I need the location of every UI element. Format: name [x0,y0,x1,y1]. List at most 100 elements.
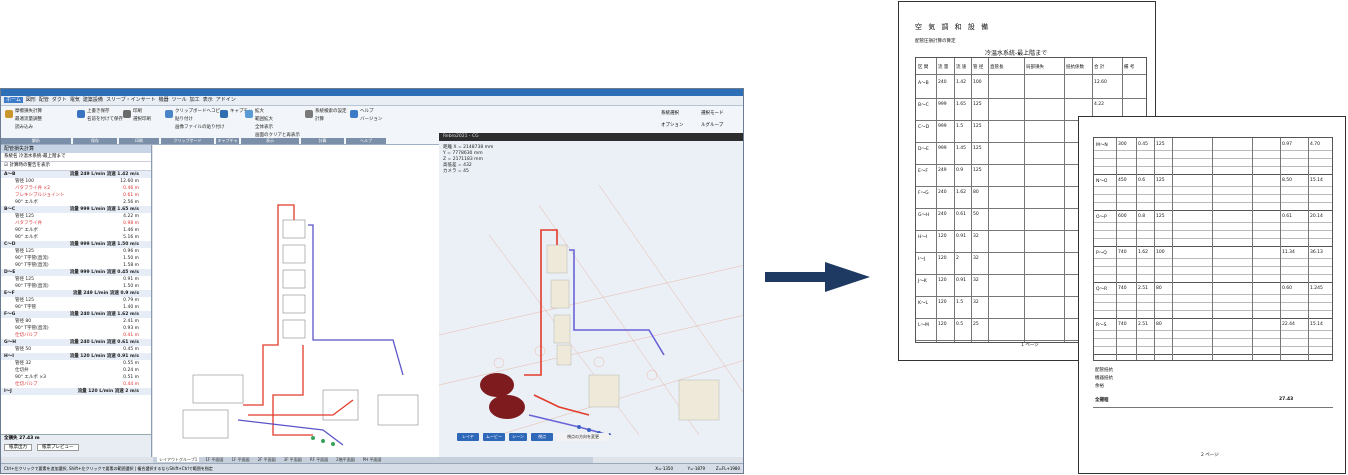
menu-item-2[interactable]: 配管 [39,97,49,103]
render-button[interactable]: シーン [509,433,527,441]
ribbon-group-label: 計算 [301,138,344,144]
menu-item-11[interactable]: アドイン [216,97,236,103]
report-output-button[interactable]: 帳票出力 [4,444,32,451]
ribbon-button[interactable]: 系統検索の設定 [315,108,347,114]
tree-label: 90° T字管(直流) [15,284,49,289]
tree-value: 2.56 m [123,200,139,205]
tree-item-row[interactable]: 管径 125 4.22 m [1,213,151,220]
report-cell: 300 [1118,142,1127,147]
tree-section-row[interactable]: D～E 流量 999 L/min 流速 0.45 m/s [1,269,151,276]
report-cell: 0.91 [956,278,967,283]
tree-value: 12.60 m [120,179,139,184]
ribbon-button[interactable]: クリップボードへコピー [175,108,225,114]
tree-item-row[interactable]: バタフライ弁 0.98 m [1,220,151,227]
ribbon-button[interactable]: 読み込み [15,124,33,130]
tree-section-row[interactable]: E～F 流量 249 L/min 流速 0.9 m/s [1,290,151,297]
tree-item-row[interactable]: 90° T字管(直流) 1.50 m [1,283,151,290]
menu-item-1[interactable]: 図形 [26,97,36,103]
layout-tab[interactable]: 1F 平面図 [229,457,251,462]
layout-tab[interactable]: 1F 平面図 [203,457,225,462]
report-cell: 125 [1156,214,1165,219]
report-cell: 740 [1118,250,1127,255]
menu-item-5[interactable]: 建築設備 [83,97,103,103]
tree-item-row[interactable]: 仕切バルブ 0.44 m [1,381,151,388]
ribbon-right-button[interactable]: ルグループ [701,122,723,128]
ribbon-button[interactable]: 拡大 [255,108,264,114]
layout-tab[interactable]: 2階平面図 [334,457,357,462]
tree-item-row[interactable]: 90° T字管 1.40 m [1,304,151,311]
ribbon-right-button[interactable]: 選択モード [701,110,724,116]
report-cell: 4.70 [1310,142,1321,147]
tree-item-row[interactable]: 90° エルボ 5.16 m [1,234,151,241]
menu-item-0[interactable]: ホーム [4,97,23,103]
menu-item-7[interactable]: 機器 [159,97,169,103]
report-cell: 80 [973,190,979,195]
menu-item-8[interactable]: ツール [172,97,187,103]
ribbon-button[interactable]: バージョン [360,116,382,122]
ribbon-right-button[interactable]: 系統選択 [661,110,679,116]
tree-section-row[interactable]: B～C 流量 999 L/min 流速 1.65 m/s [1,206,151,213]
tree-item-row[interactable]: 仕切バルブ 0.41 m [1,332,151,339]
menu-item-4[interactable]: 電気 [70,97,80,103]
tree-item-row[interactable]: 管径 50 0.45 m [1,346,151,353]
report-cell: 0.60 [1282,286,1293,291]
report-cell: 0.45 [1138,142,1149,147]
menu-item-10[interactable]: 表示 [203,97,213,103]
layout-tab[interactable]: RF 平面図 [308,457,330,462]
tree-section-row[interactable]: I～J 流量 120 L/min 流速 2 m/s [1,388,151,395]
tree-section-row[interactable]: C～D 流量 999 L/min 流速 1.50 m/s [1,241,151,248]
tree-section-row[interactable]: A～B 流量 249 L/min 流速 1.42 m/s [1,171,151,178]
ribbon-button[interactable]: 印刷 [133,108,142,114]
report-cell: 0.61 [1282,214,1293,219]
ribbon-button[interactable]: 選択印刷 [133,116,151,122]
ribbon-button[interactable]: ヘルプ [360,108,374,114]
tree-item-row[interactable]: 90° エルボ ×3 0.51 m [1,374,151,381]
render-button[interactable]: ムービー [483,433,505,441]
ribbon-button[interactable]: 最適流量調整 [15,116,42,122]
render-button[interactable]: 視点の方向を変更 [557,433,609,441]
menu-item-6[interactable]: スリーブ・インサート [106,97,156,103]
tree-label: 管径 125 [15,298,35,303]
ribbon-button[interactable]: 摩擦損失計算 [15,108,42,114]
report-preview-button[interactable]: 帳票プレビュー [37,444,79,451]
ribbon-button[interactable]: 範囲拡大 [255,116,273,122]
layout-tab[interactable]: 2F 平面図 [256,457,278,462]
ribbon-button[interactable]: 全体表示 [255,124,273,130]
warning-checkbox[interactable]: ☑ 計算時の警告を表示 [1,162,151,171]
tree-item-row[interactable]: 90° T字管(直流) 1.50 m [1,255,151,262]
tree-item-row[interactable]: 90° T字管(直流) 1.58 m [1,262,151,269]
tree-item-row[interactable]: 管径 125 0.79 m [1,297,151,304]
tree-label: バタフライ弁 ×2 [15,186,51,191]
menu-item-9[interactable]: 加工 [190,97,200,103]
tree-item-row[interactable]: バタフライ弁 ×2 0.46 m [1,185,151,192]
tree-item-row[interactable]: 管径 80 2.41 m [1,318,151,325]
ribbon-button[interactable]: 上書き保存 [87,108,110,114]
tree-item-row[interactable]: 管径 100 12.60 m [1,178,151,185]
ribbon-button[interactable]: 名前を付けて保存 [87,116,123,122]
tree-item-row[interactable]: 90° T字管(直流) 0.93 m [1,325,151,332]
ribbon-button[interactable]: 貼り付け [175,116,193,122]
tree-item-row[interactable]: 90° エルボ 1.46 m [1,227,151,234]
tree-item-row[interactable]: 管径 125 0.91 m [1,276,151,283]
tree-item-row[interactable]: 管径 32 0.55 m [1,360,151,367]
tree-section-row[interactable]: H～I 流量 120 L/min 流速 0.91 m/s [1,353,151,360]
ribbon-right-button[interactable]: オプション [661,122,684,128]
system-select[interactable]: 系統名 冷温水系統-最上階まで [1,153,151,162]
tree-section-row[interactable]: G～H 流量 240 L/min 流速 0.61 m/s [1,339,151,346]
render-button[interactable]: レイヤ [457,433,479,441]
layout-tab[interactable]: PH 平面図 [361,457,384,462]
tree-item-row[interactable]: フレキシブルジョイント 0.61 m [1,192,151,199]
render-button[interactable]: 視点 [531,433,553,441]
menu-item-3[interactable]: ダクト [52,97,67,103]
tree-item-row[interactable]: 管径 125 0.96 m [1,248,151,255]
ribbon-button[interactable]: 計算 [315,116,324,122]
tree-item-row[interactable]: 仕切弁 0.24 m [1,367,151,374]
tree-item-row[interactable]: 90° エルボ 2.56 m [1,199,151,206]
layout-tab[interactable]: レイアウトグループ1 [157,457,200,462]
layout-tab[interactable]: 3F 平面図 [282,457,304,462]
report-row-rule [1094,338,1332,339]
tree-section-row[interactable]: F～G 流量 240 L/min 流速 1.62 m/s [1,311,151,318]
ribbon-button[interactable]: 画像ファイルの貼り付け [175,124,225,130]
cad-viewport[interactable] [153,145,440,457]
report-row-rule [1094,330,1332,331]
